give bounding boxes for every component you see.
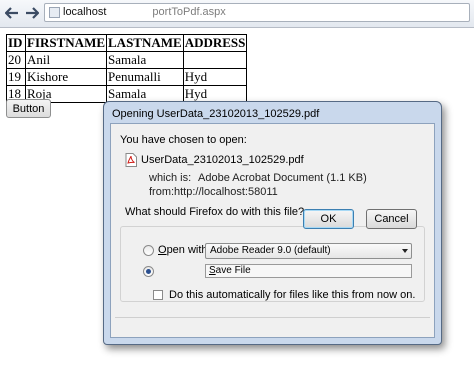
table-cell: Anil [24,51,108,69]
auto-action-label: Do this automatically for files like thi… [169,289,416,301]
open-with-label[interactable]: Open with [158,244,208,256]
cancel-button[interactable]: Cancel [366,209,417,229]
from-value: http://localhost:58011 [174,186,278,198]
browser-toolbar: localhost portToPdf.aspx [0,0,474,28]
dialog-title: Opening UserData_23102013_102529.pdf [112,108,320,120]
table-header-row: ID FIRSTNAME LASTNAME ADDRESS [6,34,248,52]
page-button[interactable]: Button [6,99,51,118]
save-file-radio[interactable] [143,266,154,277]
open-with-radio[interactable] [143,245,154,256]
column-header: LASTNAME [106,34,184,52]
column-header: ADDRESS [182,34,248,52]
table-cell: Penumalli [106,68,184,86]
pdf-file-icon [125,153,137,167]
save-file-label-rest: ave File [215,265,251,276]
chevron-down-icon [402,249,408,253]
dialog-intro: You have chosen to open: [120,134,247,146]
dialog-body: You have chosen to open: UserData_231020… [110,123,435,338]
table-cell: Samala [106,51,184,69]
open-with-app: Adobe Reader 9.0 (default) [210,245,331,256]
url-text: localhost portToPdf.aspx [63,6,226,18]
open-with-select[interactable]: Adobe Reader 9.0 (default) [205,243,412,259]
table-cell [182,51,248,69]
users-table: ID FIRSTNAME LASTNAME ADDRESS 20 Anil Sa… [6,34,248,103]
radio-selected-dot [146,269,151,274]
table-cell: Hyd [182,85,248,103]
table-cell: 19 [6,68,26,86]
table-cell: Samala [106,85,184,103]
url-bar[interactable]: localhost portToPdf.aspx [44,3,470,22]
globe-icon [49,7,60,18]
table-cell: Hyd [182,68,248,86]
url-path: portToPdf.aspx [152,6,226,18]
auto-action-checkbox[interactable] [153,290,163,300]
from-label: from: [149,186,175,198]
which-is-value: Adobe Acrobat Document (1.1 KB) [198,172,367,184]
back-arrow-icon[interactable] [3,4,21,22]
table-cell: Kishore [24,68,108,86]
forward-arrow-icon[interactable] [23,4,41,22]
dialog-question: What should Firefox do with this file? [125,206,305,218]
dialog-separator [115,317,430,318]
open-with-label-rest: pen with [166,244,208,256]
url-host: localhost [63,6,107,18]
file-name: UserData_23102013_102529.pdf [141,154,304,166]
column-header: FIRSTNAME [24,34,108,52]
save-file-option[interactable]: Save File [205,264,412,278]
column-header: ID [6,34,26,52]
which-is-label: which is: [149,172,192,184]
table-row: 20 Anil Samala [6,51,248,69]
ok-button[interactable]: OK [303,209,354,229]
table-cell: 20 [6,51,26,69]
table-row: 19 Kishore Penumalli Hyd [6,68,248,86]
